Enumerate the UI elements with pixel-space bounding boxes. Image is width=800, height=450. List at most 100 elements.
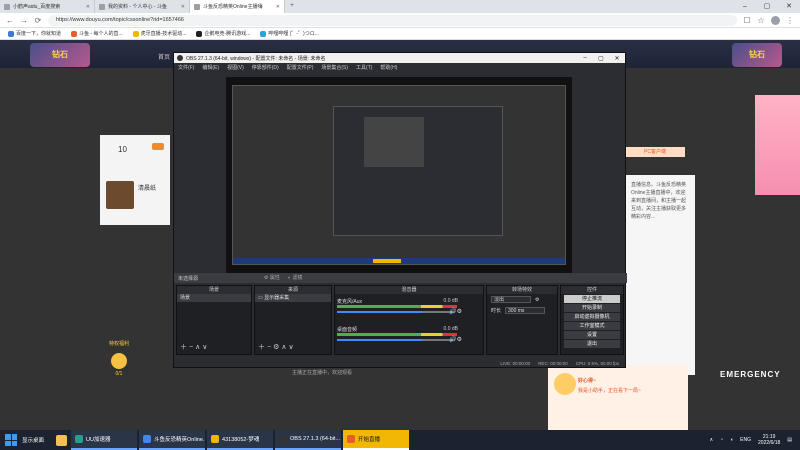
exit-button[interactable]: 退出 bbox=[564, 340, 620, 348]
stop-streaming-button[interactable]: 停止推流 bbox=[564, 295, 620, 303]
source-toolbar: 未选择源 ⚙ 属性 ◐ 滤镜 bbox=[174, 273, 627, 283]
nav-home-link[interactable]: 首页 bbox=[158, 52, 170, 61]
menu-file[interactable]: 文件(F) bbox=[178, 64, 194, 71]
minimize-icon[interactable]: – bbox=[734, 0, 756, 13]
douyu-icon bbox=[194, 3, 200, 10]
duration-input[interactable]: 300 ms bbox=[505, 307, 546, 314]
scene-toolbar[interactable]: ＋−∧∨ bbox=[180, 342, 209, 352]
emergency-logo: EMERGENCY bbox=[720, 370, 781, 379]
profile-avatar[interactable] bbox=[771, 15, 780, 25]
notification-icon[interactable]: ▤ bbox=[787, 437, 792, 443]
bookmark-item[interactable]: 百度一下，你就知道 bbox=[8, 30, 61, 37]
rec-status: REC: 00:00:00 bbox=[538, 360, 568, 366]
obs-title-bar: OBS 27.1.3 (64-bit, windows) - 配置文件: 未命名… bbox=[174, 53, 625, 63]
maximize-icon[interactable]: ▢ bbox=[756, 0, 778, 13]
bookmark-icon bbox=[260, 30, 267, 37]
close-tab-icon[interactable]: ✕ bbox=[276, 4, 280, 10]
speaker-icon[interactable]: 🔊⚙ bbox=[449, 308, 462, 315]
controls-dock: 控件 停止推流 开始录制 启动虚拟摄像机 工作室模式 设置 退出 bbox=[560, 285, 624, 355]
browser-tab[interactable]: 我的资料 - 个人中心 - 斗鱼 ✕ bbox=[95, 0, 190, 13]
bookmark-item[interactable]: 企鹅电竞-腾讯游戏... bbox=[196, 30, 250, 37]
filters-button[interactable]: ◐ 滤镜 bbox=[288, 274, 302, 281]
menu-dots-icon[interactable]: ⋮ bbox=[786, 16, 794, 25]
windows-taskbar: 显示桌面 UU加速器 斗鱼反恐精英Online... 43138052-梦魂 O… bbox=[0, 430, 800, 450]
sources-header: 来源 bbox=[255, 286, 331, 294]
bookmarks-bar: 百度一下，你就知道 斗鱼 - 每个人的直... 虎牙直播-技术驱动... 企鹅电… bbox=[0, 28, 800, 40]
uu-icon bbox=[75, 435, 84, 443]
badge-icon bbox=[111, 353, 127, 369]
browser-tabbar: 小鹤声aidu_百度搜索 ✕ 我的资料 - 个人中心 - 斗鱼 ✕ 斗鱼反恐精英On… bbox=[0, 0, 800, 13]
sources-dock: 来源 ▭ 显示器采集 ＋−⚙∧∨ bbox=[254, 285, 332, 355]
menu-edit[interactable]: 编辑(E) bbox=[202, 64, 219, 71]
close-window-icon[interactable]: ✕ bbox=[778, 0, 800, 13]
menu-view[interactable]: 视图(V) bbox=[227, 64, 244, 71]
file-explorer-icon[interactable] bbox=[56, 434, 68, 446]
obs-close-icon[interactable]: ✕ bbox=[609, 55, 625, 62]
follow-button[interactable] bbox=[152, 143, 164, 150]
properties-button[interactable]: ⚙ 属性 bbox=[264, 274, 280, 281]
taskbar-item[interactable]: 43138052-梦魂 bbox=[207, 430, 274, 450]
taskbar-item[interactable]: OBS 27.1.3 (64-bit... bbox=[275, 430, 342, 450]
no-source-label: 未选择源 bbox=[178, 276, 199, 282]
menu-help[interactable]: 帮助(H) bbox=[380, 64, 397, 71]
virtual-camera-button[interactable]: 启动虚拟摄像机 bbox=[564, 313, 620, 321]
live-status: LIVE: 00:00:00 bbox=[500, 360, 531, 366]
clock[interactable]: 21:19 2022/6/18 bbox=[758, 434, 780, 446]
source-toolbar[interactable]: ＋−⚙∧∨ bbox=[258, 342, 296, 352]
promo-banner[interactable] bbox=[755, 95, 800, 195]
level-number: 10 bbox=[118, 145, 127, 154]
forward-icon[interactable]: → bbox=[20, 16, 28, 25]
tray-chevron-icon[interactable]: ∧ bbox=[709, 437, 713, 443]
menu-tools[interactable]: 工具(T) bbox=[356, 64, 372, 71]
source-item[interactable]: ▭ 显示器采集 bbox=[255, 294, 331, 302]
menu-profile[interactable]: 配置文件(P) bbox=[287, 64, 314, 71]
bookmark-star-icon[interactable]: ☆ bbox=[757, 16, 765, 25]
settings-button[interactable]: 设置 bbox=[564, 331, 620, 339]
event-logo-right[interactable]: 钻石 bbox=[732, 43, 782, 67]
url-input[interactable]: https://www.douyu.com/topic/cssonline?ri… bbox=[48, 14, 737, 26]
volume-slider[interactable] bbox=[337, 339, 455, 341]
obs-maximize-icon[interactable]: ▢ bbox=[593, 55, 609, 62]
pc-client-button[interactable]: PC客户端 bbox=[625, 147, 685, 157]
streamer-card[interactable]: 清晨纸 bbox=[100, 175, 170, 225]
bookmark-item[interactable]: 哔哩哔哩 (゜-゜)つロ... bbox=[260, 30, 319, 37]
transition-select[interactable]: 淡出 bbox=[491, 296, 531, 303]
bookmark-item[interactable]: 斗鱼 - 每个人的直... bbox=[71, 30, 123, 37]
gear-icon[interactable]: ⚙ bbox=[535, 297, 539, 303]
assistant-chat-box[interactable]: 好心得~ 我是小助手，正在看下一局~ bbox=[548, 365, 688, 430]
taskbar-item-active[interactable]: 开始直播 bbox=[343, 430, 410, 450]
privilege-badge[interactable]: 特权福利 0/1 bbox=[98, 340, 140, 380]
close-tab-icon[interactable]: ✕ bbox=[181, 4, 185, 10]
volume-icon[interactable]: ◖ bbox=[730, 437, 733, 443]
mascot-icon bbox=[554, 373, 576, 395]
bookmark-item[interactable]: 虎牙直播-技术驱动... bbox=[132, 30, 186, 37]
new-tab-button[interactable]: + bbox=[285, 0, 299, 13]
start-button[interactable] bbox=[5, 434, 17, 446]
language-indicator[interactable]: ENG bbox=[740, 437, 751, 443]
menu-scene-collection[interactable]: 场景集合(S) bbox=[321, 64, 348, 71]
show-desktop-label[interactable]: 显示桌面 bbox=[22, 436, 44, 444]
obs-preview[interactable] bbox=[226, 77, 572, 273]
scenes-dock: 场景 场景 ＋−∧∨ bbox=[176, 285, 252, 355]
scene-item[interactable]: 场景 bbox=[177, 294, 251, 302]
browser-tab-active[interactable]: 斗鱼反恐精英Online主播嗨 ✕ bbox=[190, 0, 285, 13]
extensions-icon[interactable]: ☐ bbox=[743, 16, 751, 25]
mixer-channel: 麦克风/Aux 0.0 dB 🔊⚙ bbox=[337, 298, 462, 322]
streamer-avatar bbox=[106, 181, 134, 209]
obs-minimize-icon[interactable]: – bbox=[577, 55, 593, 62]
menu-docks[interactable]: 停靠部件(D) bbox=[252, 64, 279, 71]
taskbar-item[interactable]: 斗鱼反恐精英Online... bbox=[139, 430, 206, 450]
taskbar-item[interactable]: UU加速器 bbox=[71, 430, 138, 450]
nested-active-task bbox=[373, 259, 401, 263]
studio-mode-button[interactable]: 工作室模式 bbox=[564, 322, 620, 330]
start-recording-button[interactable]: 开始录制 bbox=[564, 304, 620, 312]
event-logo-left[interactable]: 钻石 bbox=[30, 43, 90, 67]
reload-icon[interactable]: ⟳ bbox=[34, 16, 42, 25]
badge-count: 0/1 bbox=[115, 371, 123, 377]
close-tab-icon[interactable]: ✕ bbox=[86, 4, 90, 10]
browser-tab[interactable]: 小鹤声aidu_百度搜索 ✕ bbox=[0, 0, 95, 13]
network-icon[interactable]: ◔ bbox=[720, 437, 723, 443]
volume-slider[interactable] bbox=[337, 311, 455, 313]
speaker-icon[interactable]: 🔊⚙ bbox=[449, 336, 462, 343]
back-icon[interactable]: ← bbox=[6, 16, 14, 25]
